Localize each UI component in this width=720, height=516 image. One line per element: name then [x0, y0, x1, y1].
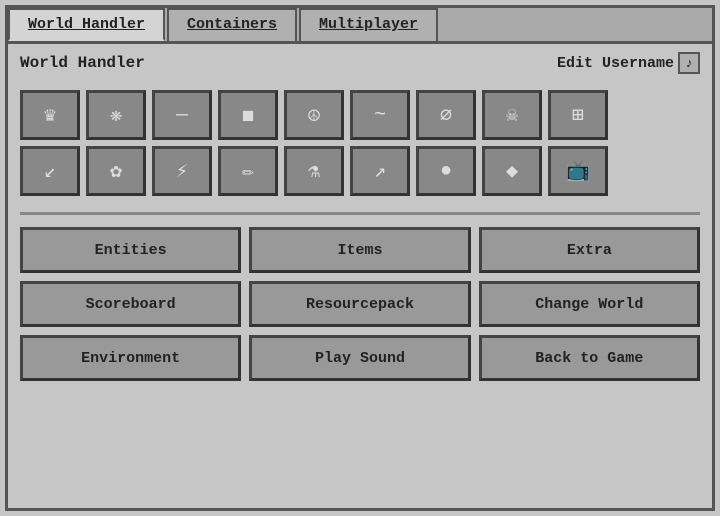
header: World Handler Edit Username ♪ — [8, 44, 712, 82]
icon-skull[interactable]: ☠ — [482, 90, 542, 140]
icon-arrow-down-left[interactable]: ↙ — [20, 146, 80, 196]
window: World Handler Containers Multiplayer Wor… — [5, 5, 715, 511]
items-button[interactable]: Items — [249, 227, 470, 273]
icon-diamond[interactable]: ◆ — [482, 146, 542, 196]
edit-username-label: Edit Username — [557, 55, 674, 72]
main-content: ♛ ❋ — ◼ ☮ ~ ∅ ☠ ⊞ ↙ ✿ ⚡ ✏ ⚗ ↗ ● ◆ 📺 — [8, 82, 712, 508]
icon-crown[interactable]: ♛ — [20, 90, 80, 140]
icon-snowflake[interactable]: ❋ — [86, 90, 146, 140]
edit-username-button[interactable]: ♪ — [678, 52, 700, 74]
play-sound-button[interactable]: Play Sound — [249, 335, 470, 381]
icon-dash[interactable]: — — [152, 90, 212, 140]
action-row-3: Environment Play Sound Back to Game — [20, 335, 700, 381]
change-world-button[interactable]: Change World — [479, 281, 700, 327]
icon-lightning[interactable]: ⚡ — [152, 146, 212, 196]
icon-pencil[interactable]: ✏ — [218, 146, 278, 196]
icon-circle[interactable]: ● — [416, 146, 476, 196]
icon-square[interactable]: ◼ — [218, 90, 278, 140]
icon-grid: ♛ ❋ — ◼ ☮ ~ ∅ ☠ ⊞ ↙ ✿ ⚡ ✏ ⚗ ↗ ● ◆ 📺 — [20, 90, 700, 196]
icon-arrow-up-right[interactable]: ↗ — [350, 146, 410, 196]
page-title: World Handler — [20, 54, 145, 72]
action-row-2: Scoreboard Resourcepack Change World — [20, 281, 700, 327]
back-to-game-button[interactable]: Back to Game — [479, 335, 700, 381]
resourcepack-button[interactable]: Resourcepack — [249, 281, 470, 327]
tab-containers[interactable]: Containers — [167, 8, 297, 41]
icon-row-2: ↙ ✿ ⚡ ✏ ⚗ ↗ ● ◆ 📺 — [20, 146, 700, 196]
divider-1 — [20, 212, 700, 215]
icon-flask[interactable]: ⚗ — [284, 146, 344, 196]
icon-tv[interactable]: 📺 — [548, 146, 608, 196]
icon-peace[interactable]: ☮ — [284, 90, 344, 140]
tab-multiplayer[interactable]: Multiplayer — [299, 8, 438, 41]
icon-empty-set[interactable]: ∅ — [416, 90, 476, 140]
action-row-1: Entities Items Extra — [20, 227, 700, 273]
entities-button[interactable]: Entities — [20, 227, 241, 273]
tab-world-handler[interactable]: World Handler — [8, 8, 165, 41]
scoreboard-button[interactable]: Scoreboard — [20, 281, 241, 327]
environment-button[interactable]: Environment — [20, 335, 241, 381]
icon-tilde[interactable]: ~ — [350, 90, 410, 140]
edit-username-area: Edit Username ♪ — [557, 52, 700, 74]
tab-bar: World Handler Containers Multiplayer — [8, 8, 712, 44]
icon-flower[interactable]: ✿ — [86, 146, 146, 196]
icon-row-1: ♛ ❋ — ◼ ☮ ~ ∅ ☠ ⊞ — [20, 90, 700, 140]
icon-grid[interactable]: ⊞ — [548, 90, 608, 140]
extra-button[interactable]: Extra — [479, 227, 700, 273]
